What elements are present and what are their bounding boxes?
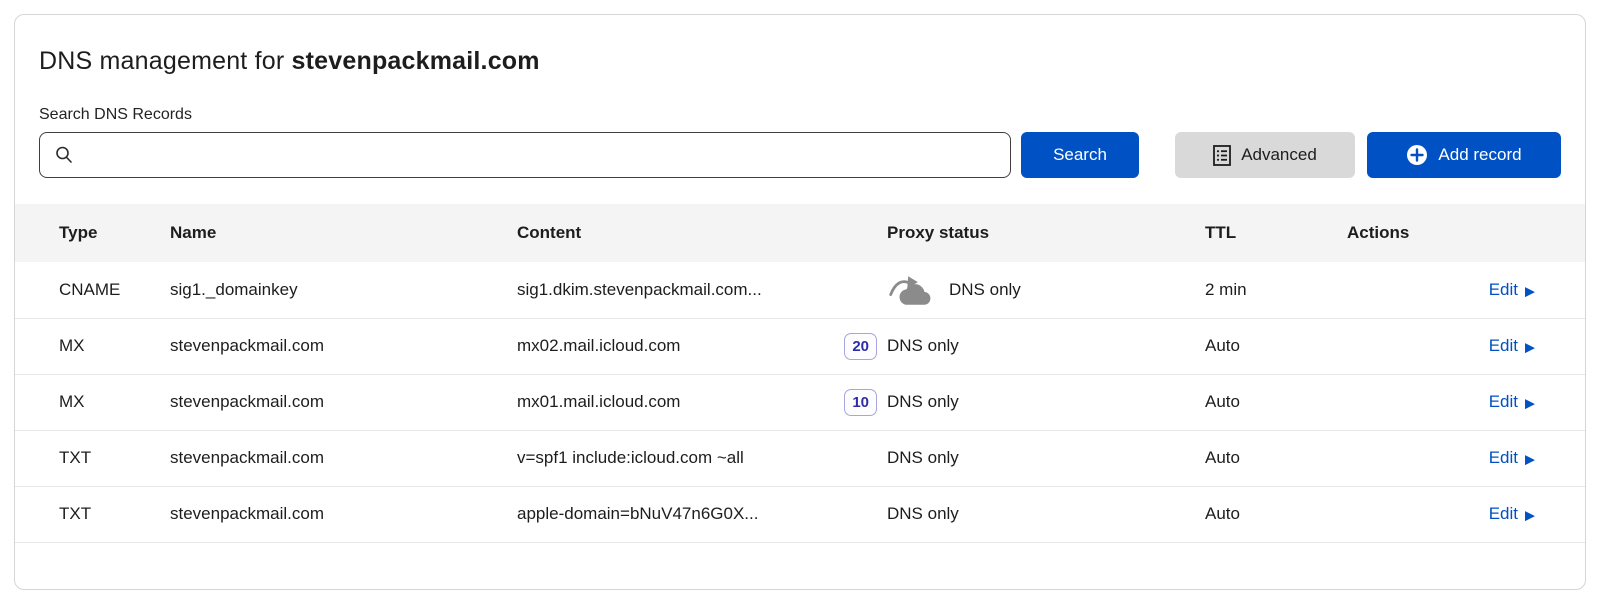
- proxy-status-text: DNS only: [887, 504, 959, 524]
- edit-record-button[interactable]: Edit ▶: [1489, 280, 1535, 300]
- record-type: TXT: [15, 486, 170, 542]
- record-type: TXT: [15, 430, 170, 486]
- table-row: TXT stevenpackmail.com v=spf1 include:ic…: [15, 430, 1585, 486]
- table-row: MX stevenpackmail.com mx02.mail.icloud.c…: [15, 318, 1585, 374]
- edit-record-button[interactable]: Edit ▶: [1489, 336, 1535, 356]
- edit-arrow-icon: ▶: [1525, 452, 1535, 465]
- record-content-text: mx02.mail.icloud.com: [517, 336, 680, 356]
- record-name: stevenpackmail.com: [170, 486, 517, 542]
- edit-label: Edit: [1489, 392, 1518, 412]
- record-ttl: Auto: [1205, 374, 1347, 430]
- record-ttl: 2 min: [1205, 262, 1347, 318]
- record-content-text: mx01.mail.icloud.com: [517, 392, 680, 412]
- edit-arrow-icon: ▶: [1525, 508, 1535, 521]
- record-name: sig1._domainkey: [170, 262, 517, 318]
- record-ttl: Auto: [1205, 430, 1347, 486]
- edit-record-button[interactable]: Edit ▶: [1489, 392, 1535, 412]
- proxy-status-text: DNS only: [887, 336, 959, 356]
- record-ttl: Auto: [1205, 318, 1347, 374]
- proxy-status-text: DNS only: [887, 392, 959, 412]
- record-name: stevenpackmail.com: [170, 318, 517, 374]
- page-title-domain: stevenpackmail.com: [292, 47, 540, 75]
- edit-arrow-icon: ▶: [1525, 340, 1535, 353]
- edit-label: Edit: [1489, 504, 1518, 524]
- edit-label: Edit: [1489, 280, 1518, 300]
- record-actions-cell: Edit ▶: [1347, 262, 1585, 318]
- record-content: mx01.mail.icloud.com 10: [517, 374, 887, 430]
- header-type: Type: [15, 204, 170, 262]
- advanced-button[interactable]: Advanced: [1175, 132, 1355, 178]
- record-content-text: v=spf1 include:icloud.com ~all: [517, 448, 744, 468]
- record-actions-cell: Edit ▶: [1347, 374, 1585, 430]
- record-content: mx02.mail.icloud.com 20: [517, 318, 887, 374]
- record-name: stevenpackmail.com: [170, 374, 517, 430]
- page-title: DNS management for stevenpackmail.com: [39, 47, 1561, 76]
- dns-records-table: Type Name Content Proxy status TTL Actio…: [15, 204, 1585, 543]
- table-row: MX stevenpackmail.com mx01.mail.icloud.c…: [15, 374, 1585, 430]
- header-proxy-status: Proxy status: [887, 204, 1205, 262]
- search-input[interactable]: [74, 133, 1010, 177]
- mx-priority-badge: 20: [844, 333, 877, 360]
- search-input-wrapper[interactable]: [39, 132, 1011, 178]
- proxy-status-cell: DNS only: [887, 262, 1205, 318]
- dns-management-card: DNS management for stevenpackmail.com Se…: [14, 14, 1586, 590]
- page-title-prefix: DNS management for: [39, 47, 292, 75]
- table-row: CNAME sig1._domainkey sig1.dkim.stevenpa…: [15, 262, 1585, 318]
- plus-circle-icon: [1406, 144, 1428, 166]
- dns-table-body: CNAME sig1._domainkey sig1.dkim.stevenpa…: [15, 262, 1585, 542]
- proxy-status-cell: DNS only: [887, 374, 1205, 430]
- proxy-status-text: DNS only: [949, 280, 1021, 300]
- record-content: v=spf1 include:icloud.com ~all: [517, 430, 887, 486]
- record-type: MX: [15, 374, 170, 430]
- search-button[interactable]: Search: [1021, 132, 1139, 178]
- table-header: Type Name Content Proxy status TTL Actio…: [15, 204, 1585, 262]
- record-name: stevenpackmail.com: [170, 430, 517, 486]
- record-content: apple-domain=bNuV47n6G0X...: [517, 486, 887, 542]
- proxy-status-text: DNS only: [887, 448, 959, 468]
- record-content-text: apple-domain=bNuV47n6G0X...: [517, 504, 758, 524]
- add-record-button[interactable]: Add record: [1367, 132, 1561, 178]
- list-document-icon: [1213, 145, 1231, 166]
- search-toolbar: Search Advanced Add record: [39, 132, 1561, 178]
- record-content: sig1.dkim.stevenpackmail.com...: [517, 262, 887, 318]
- proxy-status-cell: DNS only: [887, 318, 1205, 374]
- edit-arrow-icon: ▶: [1525, 284, 1535, 297]
- search-icon: [54, 145, 74, 165]
- proxy-status-cell: DNS only: [887, 486, 1205, 542]
- record-actions-cell: Edit ▶: [1347, 430, 1585, 486]
- header-ttl: TTL: [1205, 204, 1347, 262]
- record-ttl: Auto: [1205, 486, 1347, 542]
- record-actions-cell: Edit ▶: [1347, 486, 1585, 542]
- header-name: Name: [170, 204, 517, 262]
- edit-label: Edit: [1489, 336, 1518, 356]
- advanced-button-label: Advanced: [1241, 145, 1317, 165]
- record-content-text: sig1.dkim.stevenpackmail.com...: [517, 280, 762, 300]
- edit-record-button[interactable]: Edit ▶: [1489, 504, 1535, 524]
- record-type: CNAME: [15, 262, 170, 318]
- proxy-status-cell: DNS only: [887, 430, 1205, 486]
- header-actions: Actions: [1347, 204, 1585, 262]
- dns-only-cloud-icon: [887, 273, 933, 307]
- add-record-button-label: Add record: [1438, 145, 1521, 165]
- edit-label: Edit: [1489, 448, 1518, 468]
- record-actions-cell: Edit ▶: [1347, 318, 1585, 374]
- header-content: Content: [517, 204, 887, 262]
- table-row: TXT stevenpackmail.com apple-domain=bNuV…: [15, 486, 1585, 542]
- edit-arrow-icon: ▶: [1525, 396, 1535, 409]
- edit-record-button[interactable]: Edit ▶: [1489, 448, 1535, 468]
- mx-priority-badge: 10: [844, 389, 877, 416]
- search-label: Search DNS Records: [39, 106, 1561, 124]
- record-type: MX: [15, 318, 170, 374]
